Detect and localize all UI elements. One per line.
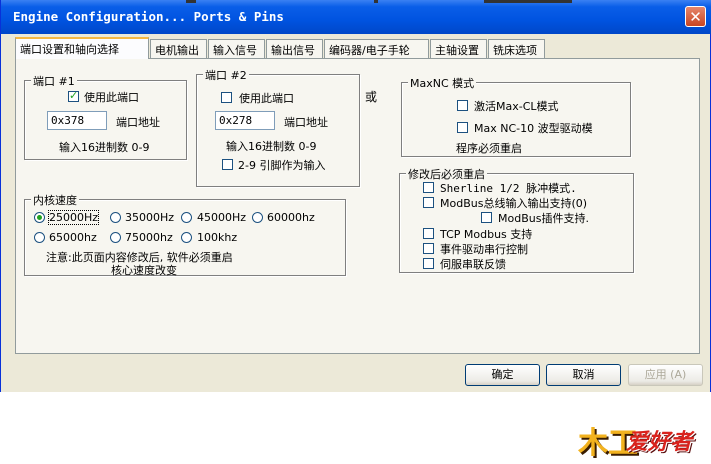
max-cl-label: 激活Max-CL模式 — [474, 100, 559, 113]
background-strip — [374, 0, 378, 3]
servo-serial-feedback-checkbox[interactable] — [423, 258, 434, 269]
event-serial-label: 事件驱动串行控制 — [440, 243, 528, 256]
modbus-io-label: ModBus总线输入输出支持(0) — [440, 197, 588, 210]
speed-radio-35000[interactable] — [110, 212, 121, 223]
cancel-button[interactable]: 取消 — [546, 364, 621, 386]
speed-label-100k: 100khz — [197, 231, 238, 244]
window-title: Engine Configuration... Ports & Pins — [13, 9, 284, 24]
port2-enable-label: 使用此端口 — [239, 92, 294, 105]
or-label: 或 — [365, 90, 378, 104]
config-dialog: Engine Configuration... Ports & Pins ✕ 端… — [0, 0, 711, 392]
close-button[interactable]: ✕ — [685, 6, 706, 27]
port2-enable-checkbox[interactable] — [221, 92, 232, 103]
port2-address-input[interactable]: 0x278 — [215, 111, 275, 130]
speed-radio-60000[interactable] — [252, 212, 263, 223]
tab-spindle-setup[interactable]: 主轴设置 — [430, 39, 487, 58]
max-cl-checkbox[interactable] — [457, 100, 468, 111]
kernel-note-line2: 核心速度改变 — [111, 264, 177, 277]
speed-radio-45000[interactable] — [181, 212, 192, 223]
modbus-io-checkbox[interactable] — [423, 197, 434, 208]
port2-hint: 输入16进制数 0-9 — [226, 140, 317, 153]
port1-address-label: 端口地址 — [116, 116, 160, 129]
max-nc10-label: Max NC-10 波型驱动模 — [474, 122, 593, 135]
modbus-plugin-label: ModBus插件支持. — [498, 212, 589, 225]
tab-encoder-mpg[interactable]: 编码器/电子手轮 — [324, 39, 429, 58]
speed-label-25000: 25000Hz — [47, 210, 100, 225]
speed-label-65000: 65000hz — [49, 231, 97, 244]
background-strip — [186, 0, 196, 3]
watermark-logo: 木工 爱好者 — [578, 418, 708, 461]
speed-radio-25000[interactable] — [34, 212, 45, 223]
tab-panel: 端口 #1 使用此端口 0x378 端口地址 输入16进制数 0-9 端口 #2… — [15, 58, 700, 354]
speed-radio-100k[interactable] — [181, 232, 192, 243]
background-strip — [484, 0, 572, 3]
speed-label-35000: 35000Hz — [125, 211, 175, 224]
port1-hint: 输入16进制数 0-9 — [59, 141, 150, 154]
modbus-plugin-checkbox[interactable] — [481, 212, 492, 223]
apply-button[interactable]: 应用 (A) — [628, 364, 703, 386]
port1-address-input[interactable]: 0x378 — [47, 111, 107, 130]
tab-motor-outputs[interactable]: 电机输出 — [150, 39, 207, 58]
close-icon: ✕ — [689, 8, 702, 26]
tab-input-signals[interactable]: 输入信号 — [208, 39, 265, 58]
port1-enable-label: 使用此端口 — [84, 91, 139, 104]
port1-title: 端口 #1 — [31, 73, 77, 89]
watermark-logo-part2: 爱好者 — [626, 430, 693, 455]
max-nc10-checkbox[interactable] — [457, 122, 468, 133]
maxnc-title: MaxNC 模式 — [408, 75, 477, 91]
tab-ports-axes[interactable]: 端口设置和轴向选择 — [15, 37, 149, 59]
servo-serial-feedback-label: 伺服串联反馈 — [440, 258, 506, 271]
maxnc-note: 程序必须重启 — [456, 142, 522, 155]
speed-label-75000: 75000hz — [125, 231, 173, 244]
port2-title: 端口 #2 — [203, 67, 249, 83]
port2-address-label: 端口地址 — [284, 116, 328, 129]
kernel-speed-title: 内核速度 — [31, 192, 79, 208]
tab-mill-options[interactable]: 铣床选项 — [488, 39, 545, 58]
speed-label-60000: 60000hz — [267, 211, 315, 224]
tcp-modbus-checkbox[interactable] — [423, 228, 434, 239]
sherline-label: Sherline 1/2 脉冲模式. — [440, 182, 577, 195]
sherline-checkbox[interactable] — [423, 182, 434, 193]
speed-radio-65000[interactable] — [34, 232, 45, 243]
title-bar[interactable]: Engine Configuration... Ports & Pins ✕ — [1, 0, 711, 34]
speed-label-45000: 45000Hz — [197, 211, 247, 224]
speed-radio-75000[interactable] — [110, 232, 121, 243]
port2-pins-as-inputs-checkbox[interactable] — [222, 159, 233, 170]
tab-output-signals[interactable]: 输出信号 — [266, 39, 323, 58]
tcp-modbus-label: TCP Modbus 支持 — [440, 228, 533, 241]
port1-enable-checkbox[interactable] — [68, 89, 79, 102]
port2-pins-label: 2-9 引脚作为输入 — [238, 159, 326, 172]
event-serial-checkbox[interactable] — [423, 243, 434, 254]
ok-button[interactable]: 确定 — [465, 364, 540, 386]
